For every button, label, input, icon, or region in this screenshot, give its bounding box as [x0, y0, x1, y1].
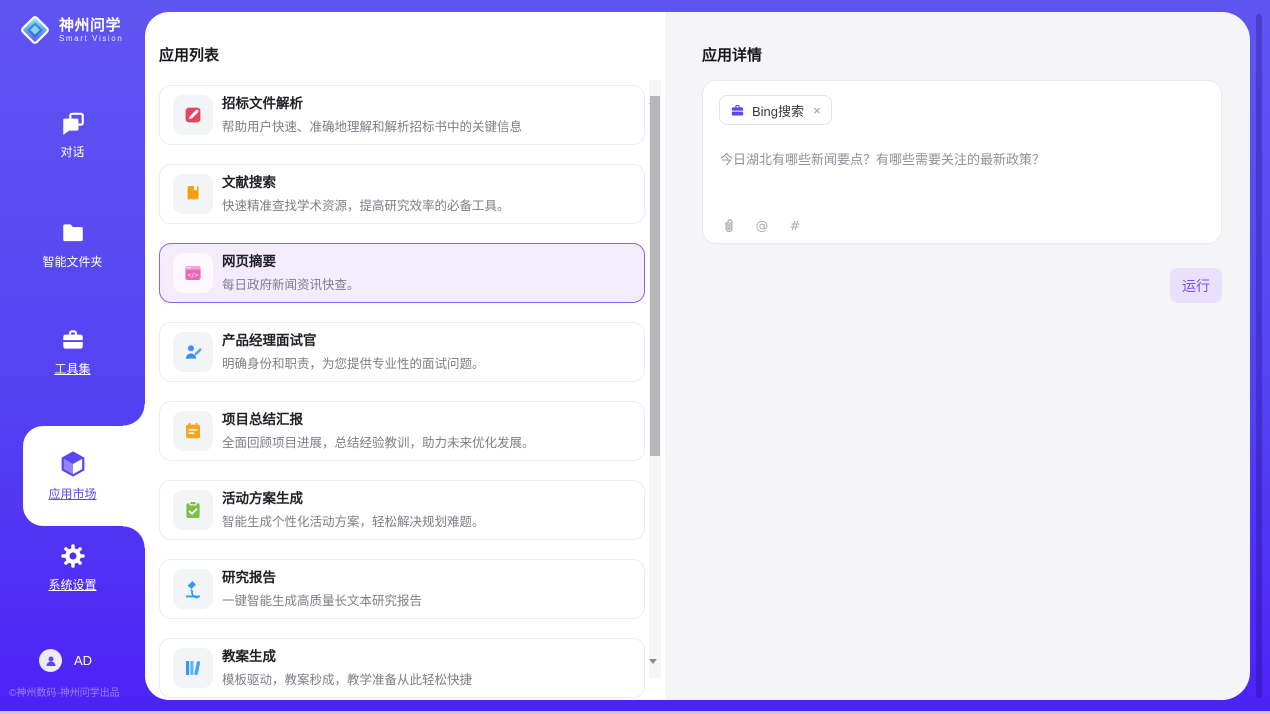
hashtag-icon[interactable]: #: [786, 217, 804, 235]
query-text[interactable]: 今日湖北有哪些新闻要点？有哪些需要关注的最新政策？: [720, 151, 1205, 169]
sidebar-item[interactable]: 系统设置: [0, 543, 145, 593]
attachment-icon[interactable]: [720, 217, 738, 235]
chat-icon: [60, 110, 86, 136]
sidebar-nav: 对话 智能文件夹 工具集 应用市场: [0, 0, 145, 711]
sidebar-item-label: 系统设置: [48, 576, 96, 593]
copyright-footer: ©神州数码·神州问学出品: [9, 684, 145, 699]
sidebar-item[interactable]: 工具集: [0, 327, 145, 377]
clipboard-check-icon: [173, 490, 213, 530]
window-scroll-shade: [1256, 14, 1262, 698]
sidebar: 神州问学 Smart Vision 对话 智能文件夹: [0, 0, 145, 711]
app-list-title: 应用列表: [159, 44, 219, 65]
app-item-description: 每日政府新闻资讯快查。: [222, 274, 360, 293]
list-scrollbar[interactable]: [649, 80, 661, 678]
app-list-item[interactable]: 产品经理面试官 明确身份和职责，为您提供专业性的面试问题。: [159, 322, 645, 382]
app-list-panel: 应用列表 招标文件解析 帮助用户快速、准确地理解和解析招标书中的关键信息 文献搜…: [145, 12, 665, 700]
input-toolbar: @ #: [720, 217, 804, 235]
tool-tag-bing-search[interactable]: Bing搜索 ×: [719, 95, 832, 125]
app-list-item[interactable]: 项目总结汇报 全面回顾项目进展，总结经验教训，助力未来优化发展。: [159, 401, 645, 461]
sidebar-item-label: 智能文件夹: [42, 253, 102, 270]
app-item-text: 研究报告 一键智能生成高质量长文本研究报告: [222, 570, 422, 609]
sidebar-item-label: 对话: [60, 143, 84, 160]
app-item-text: 教案生成 模板驱动，教案秒成，教学准备从此轻松快捷: [222, 649, 472, 688]
briefcase-icon: [730, 103, 745, 118]
user-label: AD: [74, 653, 92, 668]
app-item-description: 快速精准查找学术资源，提高研究效率的必备工具。: [222, 195, 510, 214]
cube-icon: [59, 450, 87, 478]
scroll-up-button[interactable]: [649, 82, 661, 94]
app-item-description: 帮助用户快速、准确地理解和解析招标书中的关键信息: [222, 116, 522, 135]
sidebar-item[interactable]: 对话: [0, 110, 145, 160]
app-list-item[interactable]: </> 网页摘要 每日政府新闻资讯快查。: [159, 243, 645, 303]
avatar: [39, 649, 62, 672]
app-item-description: 一键智能生成高质量长文本研究报告: [222, 590, 422, 609]
edit-document-icon: [173, 95, 213, 135]
run-button[interactable]: 运行: [1170, 268, 1222, 303]
app-item-description: 明确身份和职责，为您提供专业性的面试问题。: [222, 353, 485, 372]
folder-icon: [60, 220, 86, 246]
app-detail-title: 应用详情: [702, 44, 762, 65]
sidebar-item[interactable]: 应用市场: [0, 426, 145, 526]
gear-icon: [60, 543, 86, 569]
sidebar-item-label: 工具集: [54, 360, 90, 377]
app-list-item[interactable]: 教案生成 模板驱动，教案秒成，教学准备从此轻松快捷: [159, 638, 645, 698]
toolbox-icon: [60, 327, 86, 353]
app-list-item[interactable]: 文献搜索 快速精准查找学术资源，提高研究效率的必备工具。: [159, 164, 645, 224]
svg-text:</>: </>: [187, 272, 198, 279]
app-item-text: 招标文件解析 帮助用户快速、准确地理解和解析招标书中的关键信息: [222, 96, 522, 135]
prompt-card: Bing搜索 × 今日湖北有哪些新闻要点？有哪些需要关注的最新政策？ @ #: [702, 80, 1222, 244]
microscope-icon: [173, 569, 213, 609]
mention-icon[interactable]: @: [753, 217, 771, 235]
close-icon[interactable]: ×: [813, 104, 821, 117]
sidebar-item[interactable]: 智能文件夹: [0, 220, 145, 270]
app-list-item[interactable]: 活动方案生成 智能生成个性化活动方案，轻松解决规划难题。: [159, 480, 645, 540]
app-item-title: 研究报告: [222, 570, 422, 585]
app-item-title: 教案生成: [222, 649, 472, 664]
scroll-down-button[interactable]: [649, 664, 661, 676]
user-icon: [44, 654, 58, 668]
app-item-description: 模板驱动，教案秒成，教学准备从此轻松快捷: [222, 669, 472, 688]
triangle-down-icon: [649, 659, 657, 681]
scrollbar-thumb[interactable]: [650, 96, 660, 456]
app-item-title: 文献搜索: [222, 175, 510, 190]
app-window: 神州问学 Smart Vision 对话 智能文件夹: [0, 0, 1270, 714]
app-list-item[interactable]: 研究报告 一键智能生成高质量长文本研究报告: [159, 559, 645, 619]
sidebar-item-label: 应用市场: [48, 485, 96, 502]
app-item-title: 项目总结汇报: [222, 412, 535, 427]
app-item-title: 招标文件解析: [222, 96, 522, 111]
tool-tag-label: Bing搜索: [752, 101, 804, 120]
svg-text:#: #: [790, 219, 801, 234]
app-item-text: 文献搜索 快速精准查找学术资源，提高研究效率的必备工具。: [222, 175, 510, 214]
app-list-item[interactable]: 招标文件解析 帮助用户快速、准确地理解和解析招标书中的关键信息: [159, 85, 645, 145]
app-item-title: 产品经理面试官: [222, 333, 485, 348]
interviewer-icon: [173, 332, 213, 372]
books-icon: [173, 648, 213, 688]
app-item-text: 项目总结汇报 全面回顾项目进展，总结经验教训，助力未来优化发展。: [222, 412, 535, 451]
app-item-title: 网页摘要: [222, 254, 360, 269]
app-item-title: 活动方案生成: [222, 491, 485, 506]
book-icon: [173, 174, 213, 214]
app-detail-panel: 应用详情 Bing搜索 × 今日湖北有哪些新闻要点？有哪些需要关注的最新政策？ …: [665, 12, 1250, 700]
app-list: 招标文件解析 帮助用户快速、准确地理解和解析招标书中的关键信息 文献搜索 快速精…: [159, 85, 645, 700]
app-item-description: 智能生成个性化活动方案，轻松解决规划难题。: [222, 511, 485, 530]
browser-code-icon: </>: [173, 253, 213, 293]
app-item-text: 网页摘要 每日政府新闻资讯快查。: [222, 254, 360, 293]
app-item-description: 全面回顾项目进展，总结经验教训，助力未来优化发展。: [222, 432, 535, 451]
app-item-text: 活动方案生成 智能生成个性化活动方案，轻松解决规划难题。: [222, 491, 485, 530]
svg-text:@: @: [756, 219, 769, 234]
user-account[interactable]: AD: [39, 649, 92, 672]
report-note-icon: [173, 411, 213, 451]
app-item-text: 产品经理面试官 明确身份和职责，为您提供专业性的面试问题。: [222, 333, 485, 372]
